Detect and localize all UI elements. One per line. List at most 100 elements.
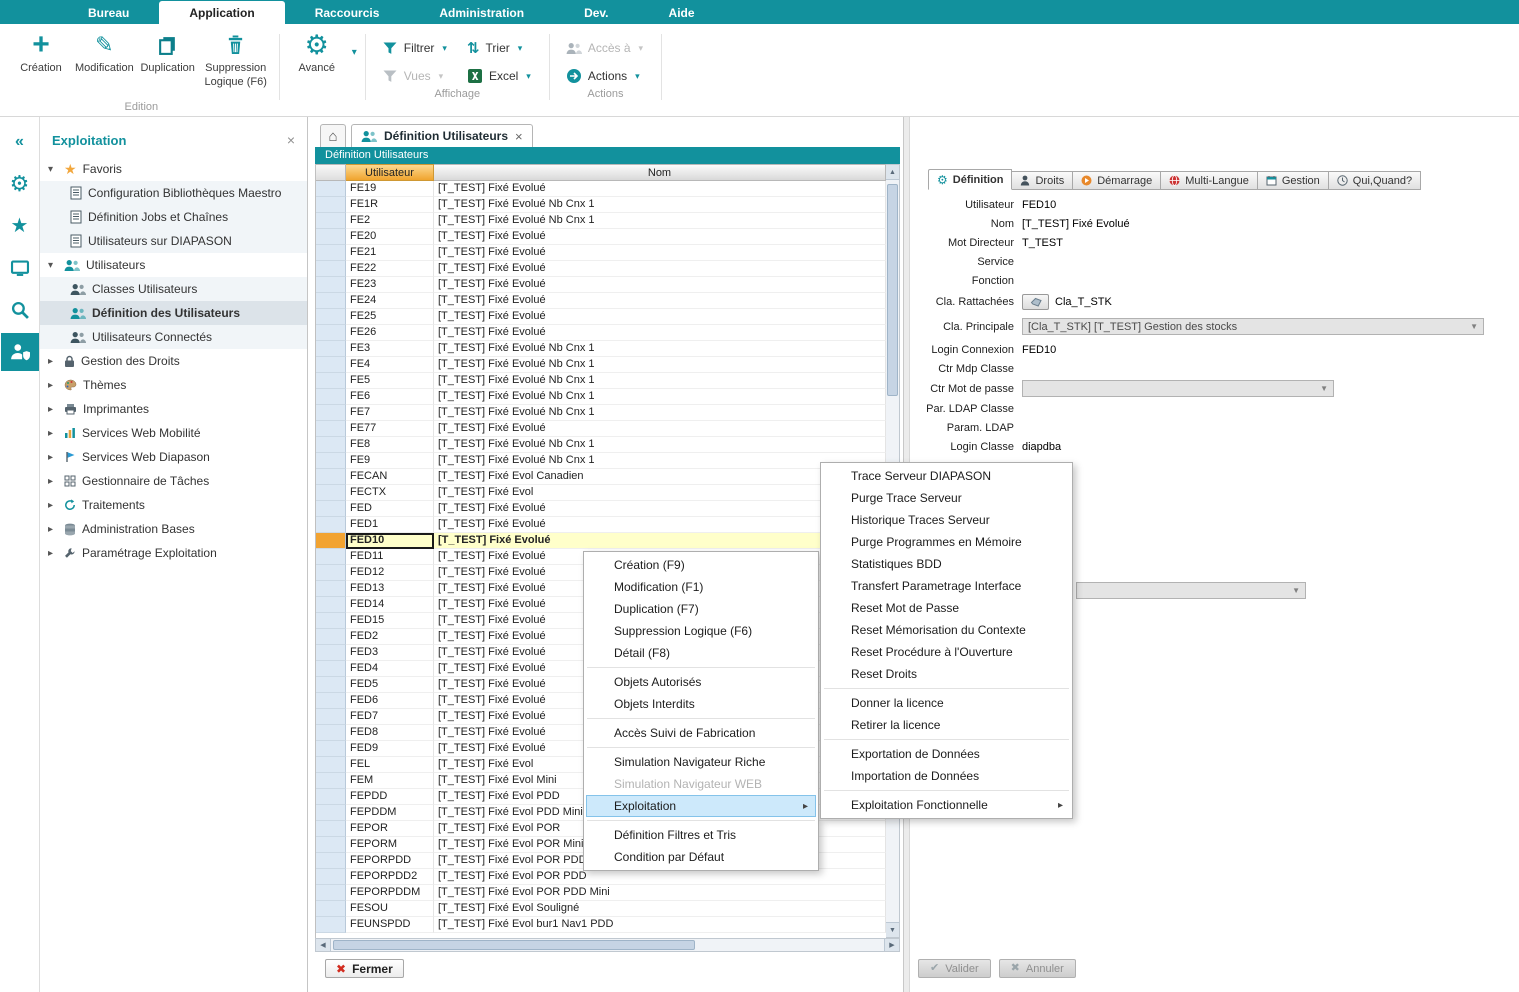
menu-item[interactable]: Duplication (F7) xyxy=(586,598,816,620)
row-selector[interactable] xyxy=(316,309,346,325)
row-selector[interactable] xyxy=(316,805,346,821)
row-selector[interactable] xyxy=(316,485,346,501)
tab-home[interactable]: ⌂ xyxy=(320,124,346,147)
strip-gear-strip-button[interactable]: ⚙ xyxy=(1,165,39,203)
row-selector[interactable] xyxy=(316,245,346,261)
table-row[interactable]: FE8[T_TEST] Fixé Evolué Nb Cnx 1 xyxy=(316,437,886,453)
field-select[interactable]: [Cla_T_STK] [T_TEST] Gestion des stocks▼ xyxy=(1022,318,1484,335)
strip-star-strip-button[interactable]: ★ xyxy=(1,207,39,245)
chevron-right-icon[interactable]: ▸ xyxy=(48,404,58,415)
chevron-down-icon[interactable]: ▾ xyxy=(524,71,533,82)
table-row[interactable]: FE26[T_TEST] Fixé Evolué xyxy=(316,325,886,341)
ribbon-button[interactable]: +Création xyxy=(10,29,72,76)
table-row[interactable]: FEPORPDDM[T_TEST] Fixé Evol POR PDD Mini xyxy=(316,885,886,901)
row-selector[interactable] xyxy=(316,773,346,789)
row-selector[interactable] xyxy=(316,469,346,485)
chevron-right-icon[interactable]: ▸ xyxy=(48,524,58,535)
chevron-down-icon[interactable]: ▾ xyxy=(48,260,58,271)
table-row[interactable]: FE5[T_TEST] Fixé Evolué Nb Cnx 1 xyxy=(316,373,886,389)
row-selector[interactable] xyxy=(316,261,346,277)
table-row[interactable]: FEUNSPDD[T_TEST] Fixé Evol bur1 Nav1 PDD xyxy=(316,917,886,933)
tree-section[interactable]: ▸Paramétrage Exploitation xyxy=(40,541,307,565)
table-row[interactable]: FEPORPDD2[T_TEST] Fixé Evol POR PDD xyxy=(316,869,886,885)
row-selector[interactable] xyxy=(316,645,346,661)
chevron-down-icon[interactable]: ▾ xyxy=(437,71,446,82)
chevron-down-icon[interactable]: ▾ xyxy=(516,43,525,54)
row-selector[interactable] xyxy=(316,917,346,933)
tree-section[interactable]: ▾★Favoris xyxy=(40,157,307,181)
menu-item[interactable]: Exploitation Fonctionnelle▸ xyxy=(823,794,1070,816)
table-row[interactable]: FE2[T_TEST] Fixé Evolué Nb Cnx 1 xyxy=(316,213,886,229)
chevron-right-icon[interactable]: ▸ xyxy=(48,476,58,487)
menu-item[interactable]: Simulation Navigateur WEB xyxy=(586,773,816,795)
row-selector[interactable] xyxy=(316,565,346,581)
row-selector[interactable] xyxy=(316,837,346,853)
row-selector[interactable] xyxy=(316,661,346,677)
chevron-down-icon[interactable]: ▾ xyxy=(637,43,646,54)
ribbon-button[interactable]: Accès à▾ xyxy=(562,36,649,60)
menu-item[interactable]: Retirer la licence xyxy=(823,714,1070,736)
menu-item[interactable]: Condition par Défaut xyxy=(586,846,816,868)
row-selector[interactable] xyxy=(316,453,346,469)
horizontal-scroll-thumb[interactable] xyxy=(333,940,695,950)
detail-tab[interactable]: ⚙Définition xyxy=(928,169,1012,190)
menu-item[interactable]: Exploitation▸ xyxy=(586,795,816,817)
valider-button[interactable]: ✔ Valider xyxy=(918,959,991,978)
menu-item[interactable]: Suppression Logique (F6) xyxy=(586,620,816,642)
ribbon-button[interactable]: Actions▾ xyxy=(562,64,649,88)
menu-item[interactable]: Reset Procédure à l'Ouverture xyxy=(823,641,1070,663)
tree-section[interactable]: ▸Administration Bases xyxy=(40,517,307,541)
chevron-right-icon[interactable]: ▸ xyxy=(48,428,58,439)
detail-tab[interactable]: Gestion xyxy=(1258,171,1329,190)
menu-item[interactable]: Définition Filtres et Tris xyxy=(586,824,816,846)
table-row[interactable]: FED[T_TEST] Fixé Evolué xyxy=(316,501,886,517)
strip-monitor-button[interactable] xyxy=(1,249,39,287)
strip-collapse-button[interactable]: « xyxy=(1,123,39,161)
detail-tab[interactable]: Droits xyxy=(1012,171,1073,190)
table-row[interactable]: FE23[T_TEST] Fixé Evolué xyxy=(316,277,886,293)
table-row[interactable]: FE19[T_TEST] Fixé Evolué xyxy=(316,181,886,197)
row-selector[interactable] xyxy=(316,325,346,341)
table-row[interactable]: FE20[T_TEST] Fixé Evolué xyxy=(316,229,886,245)
tree-item[interactable]: Configuration Bibliothèques Maestro xyxy=(40,181,307,205)
tree-section[interactable]: ▸Imprimantes xyxy=(40,397,307,421)
menu-item[interactable]: Historique Traces Serveur xyxy=(823,509,1070,531)
annuler-button[interactable]: ✖ Annuler xyxy=(999,959,1076,978)
tree-section[interactable]: ▾Utilisateurs xyxy=(40,253,307,277)
row-selector[interactable] xyxy=(316,277,346,293)
tree-section[interactable]: ▸Thèmes xyxy=(40,373,307,397)
row-selector[interactable] xyxy=(316,725,346,741)
row-selector[interactable] xyxy=(316,789,346,805)
menu-item[interactable]: Accès Suivi de Fabrication xyxy=(586,722,816,744)
chevron-right-icon[interactable]: ▸ xyxy=(48,356,58,367)
row-selector[interactable] xyxy=(316,405,346,421)
row-selector[interactable] xyxy=(316,389,346,405)
menubar-item[interactable]: Administration xyxy=(409,1,554,24)
tree-section[interactable]: ▸Gestionnaire de Tâches xyxy=(40,469,307,493)
tree-section[interactable]: ▸Traitements xyxy=(40,493,307,517)
menubar-item[interactable]: Raccourcis xyxy=(285,1,410,24)
row-selector[interactable] xyxy=(316,373,346,389)
row-selector[interactable] xyxy=(316,693,346,709)
chevron-down-icon[interactable]: ▾ xyxy=(633,71,642,82)
detail-tab[interactable]: Démarrage xyxy=(1073,171,1161,190)
close-icon[interactable]: × xyxy=(287,132,295,148)
ribbon-button[interactable]: Excel▾ xyxy=(463,64,537,88)
table-row[interactable]: FE3[T_TEST] Fixé Evolué Nb Cnx 1 xyxy=(316,341,886,357)
chevron-down-icon[interactable]: ▾ xyxy=(440,43,449,54)
menu-item[interactable]: Reset Mot de Passe xyxy=(823,597,1070,619)
row-selector[interactable] xyxy=(316,517,346,533)
table-row[interactable]: FE4[T_TEST] Fixé Evolué Nb Cnx 1 xyxy=(316,357,886,373)
table-row[interactable]: FECAN[T_TEST] Fixé Evol Canadien xyxy=(316,469,886,485)
menubar-item[interactable]: Application xyxy=(159,1,284,24)
menu-item[interactable]: Exportation de Données xyxy=(823,743,1070,765)
menubar-item[interactable]: Bureau xyxy=(58,1,159,24)
tree-item[interactable]: Classes Utilisateurs xyxy=(40,277,307,301)
row-selector[interactable] xyxy=(316,293,346,309)
menu-item[interactable]: Objets Interdits xyxy=(586,693,816,715)
chevron-right-icon[interactable]: ▸ xyxy=(48,548,58,559)
menu-item[interactable]: Objets Autorisés xyxy=(586,671,816,693)
menu-item[interactable]: Donner la licence xyxy=(823,692,1070,714)
row-selector[interactable] xyxy=(316,709,346,725)
attach-button[interactable] xyxy=(1022,294,1049,310)
